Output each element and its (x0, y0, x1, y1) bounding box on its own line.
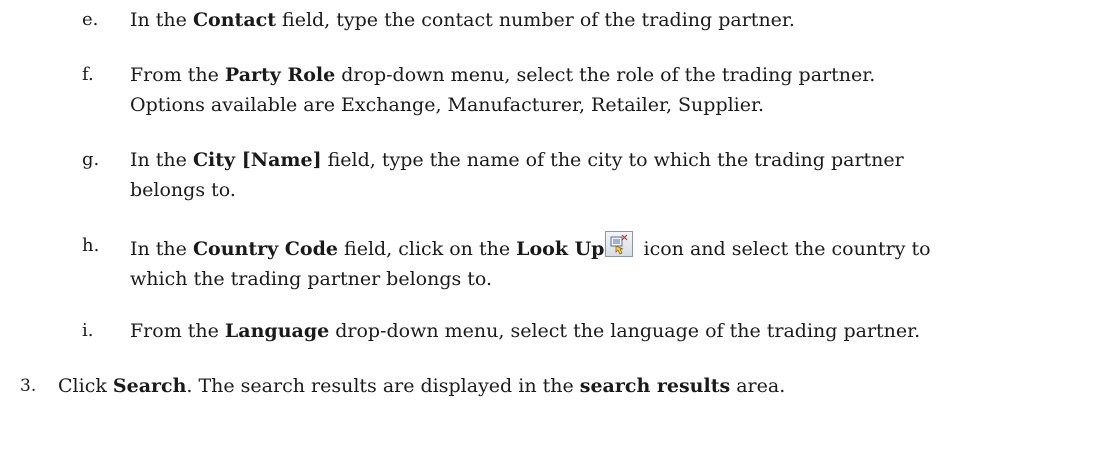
bold-term-search-results: search results (579, 375, 731, 397)
bold-term-city-name: City [Name] (192, 149, 322, 171)
text-run: drop-down menu, select the language of t… (329, 320, 921, 342)
text-run: In the (130, 149, 193, 171)
text-run: field, click on the (337, 238, 517, 260)
list-item-text: In the Contact field, type the contact n… (130, 5, 1100, 35)
list-item-text: In the Country Code field, click on the … (130, 231, 1100, 294)
text-run: From the (130, 64, 225, 86)
list-marker: f. (82, 64, 94, 85)
text-run: icon and select the country to (637, 238, 931, 260)
list-item-text: Click Search. The search results are dis… (58, 371, 1038, 401)
text-run: In the (130, 9, 193, 31)
look-up-icon (605, 231, 634, 257)
bold-term-party-role: Party Role (224, 64, 336, 86)
text-run: From the (130, 320, 225, 342)
bold-term-look-up: Look Up (516, 238, 605, 260)
bold-term-language: Language (224, 320, 330, 342)
text-run: Options available are Exchange, Manufact… (130, 94, 765, 116)
bold-term-contact: Contact (192, 9, 276, 31)
list-marker: 3. (20, 376, 37, 396)
text-run: area. (730, 375, 786, 397)
list-marker: h. (82, 235, 100, 256)
text-run: belongs to. (130, 179, 236, 201)
list-marker: e. (82, 9, 99, 30)
text-run: In the (130, 238, 193, 260)
text-run: field, type the contact number of the tr… (275, 9, 795, 31)
text-run: . The search results are displayed in th… (186, 375, 580, 397)
bold-term-country-code: Country Code (192, 238, 338, 260)
text-run: drop-down menu, select the role of the t… (335, 64, 876, 86)
text-run: field, type the name of the city to whic… (321, 149, 904, 171)
list-item-text: In the City [Name] field, type the name … (130, 145, 1100, 205)
text-run: which the trading partner belongs to. (130, 268, 493, 290)
list-item-text: From the Party Role drop-down menu, sele… (130, 60, 1100, 120)
bold-term-search: Search (112, 375, 187, 397)
list-marker: i. (82, 320, 94, 341)
list-marker: g. (82, 149, 100, 170)
list-item-text: From the Language drop-down menu, select… (130, 316, 1100, 346)
text-run: Click (58, 375, 113, 397)
